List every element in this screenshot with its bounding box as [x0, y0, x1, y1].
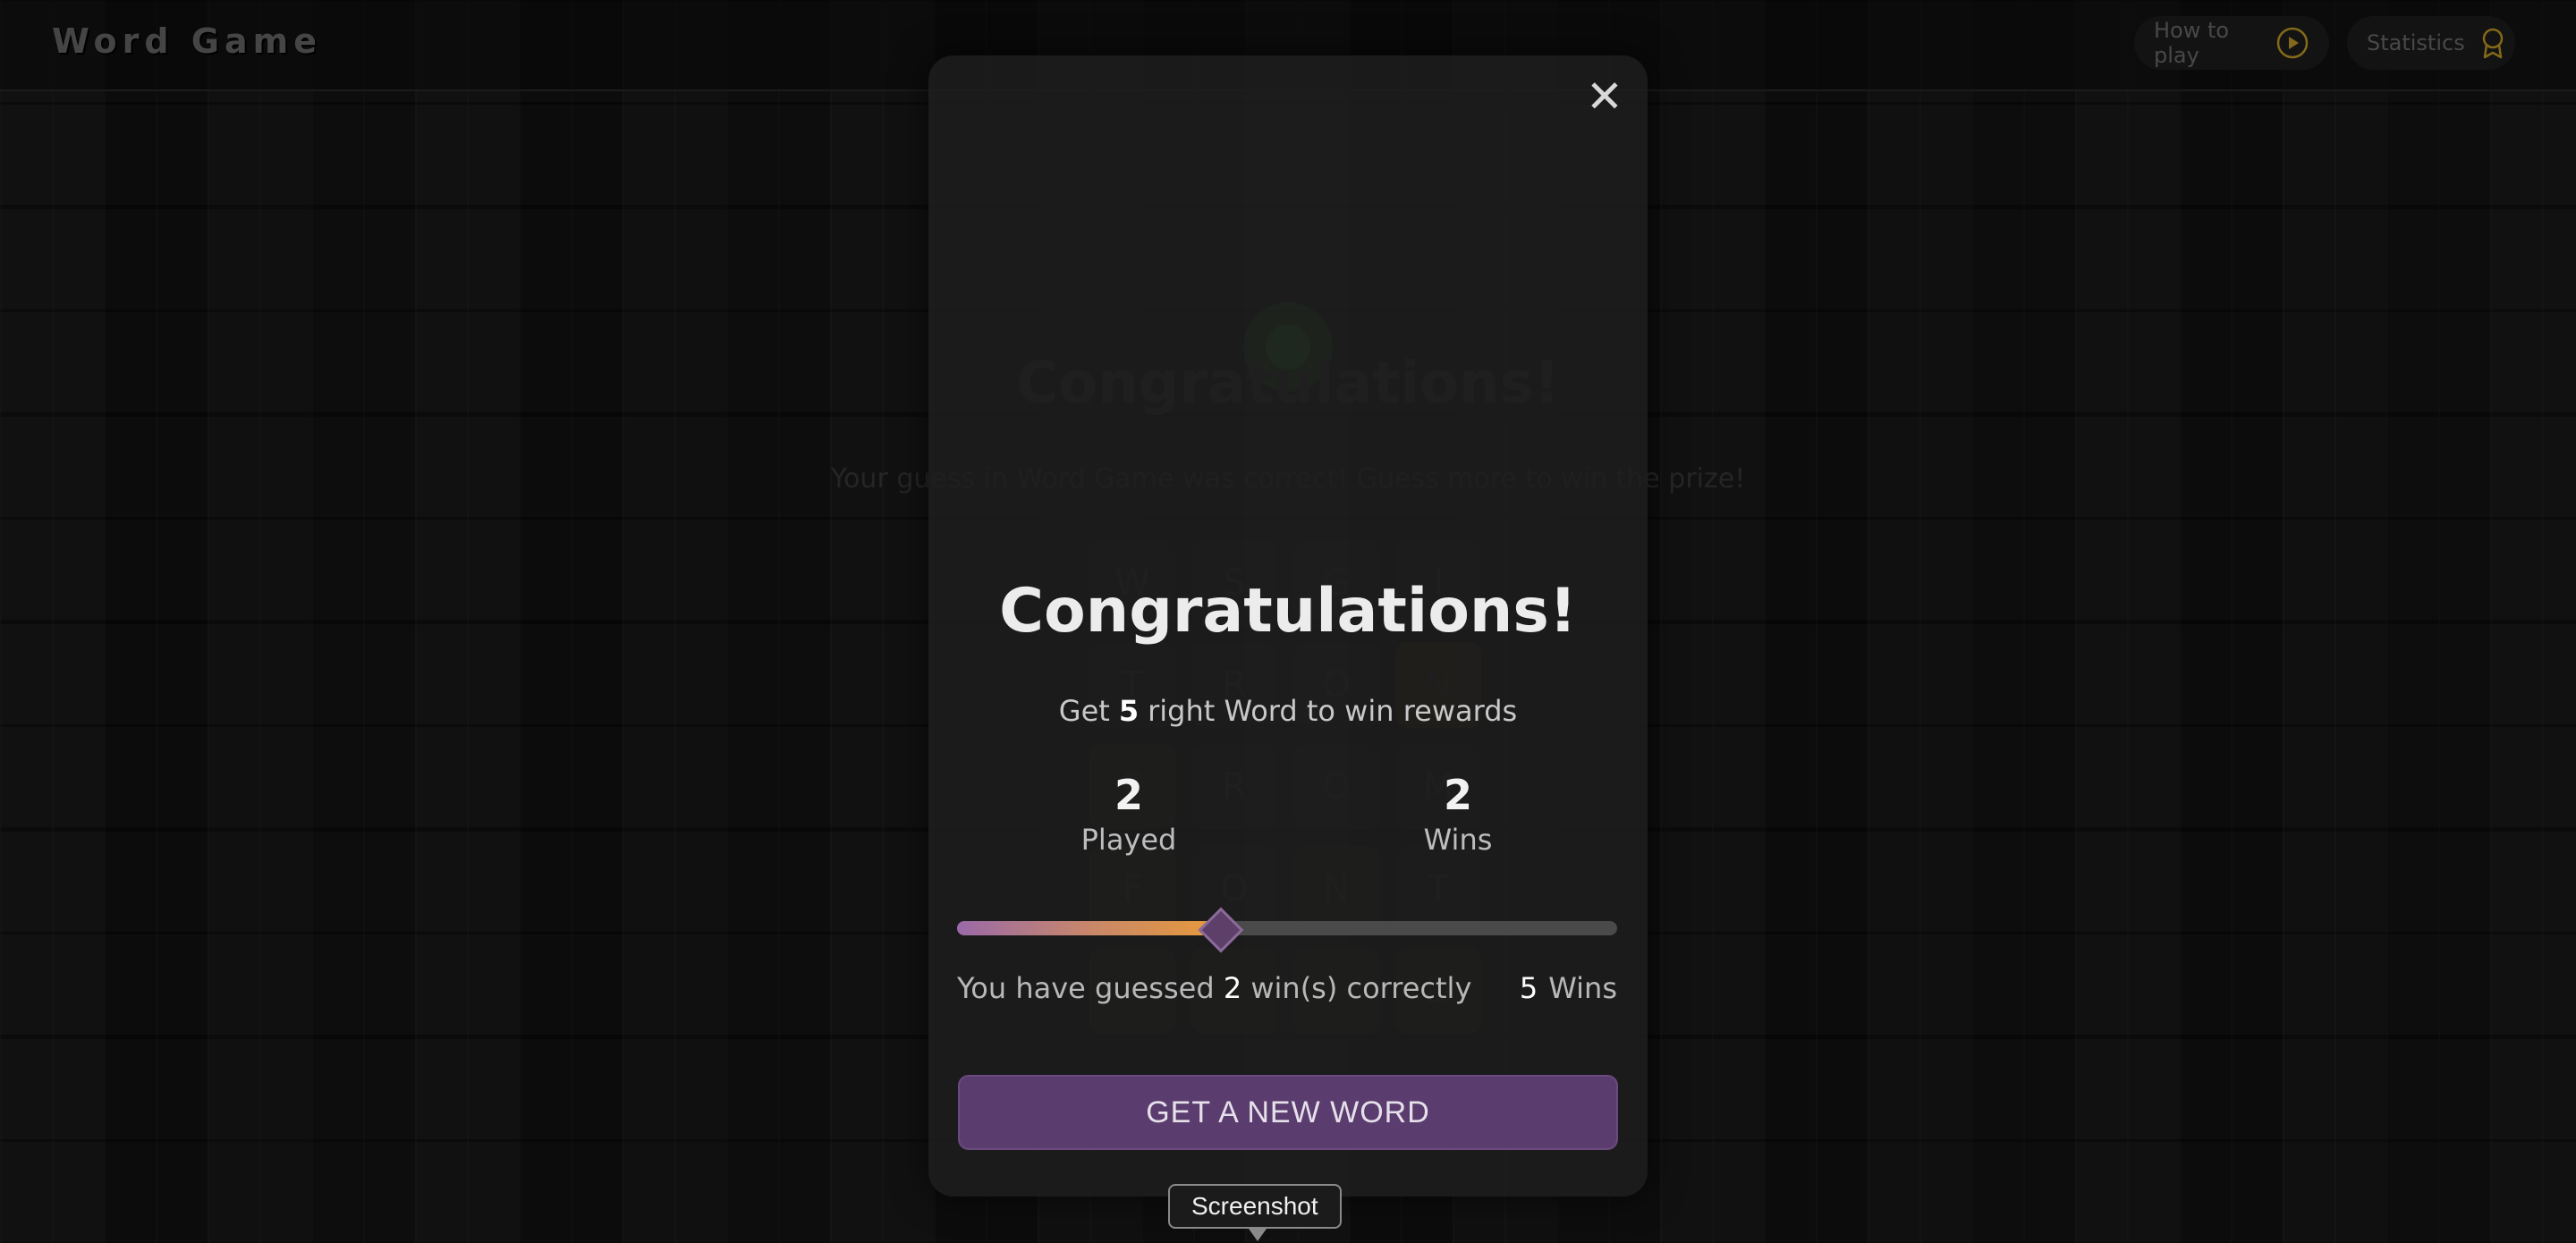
modal-title: Congratulations! — [999, 576, 1577, 647]
guess-count: 2 — [1223, 971, 1242, 1005]
progress-track — [957, 921, 1617, 935]
guess-prefix: You have guessed — [957, 971, 1215, 1005]
wins-value: 2 — [1443, 771, 1472, 819]
guessed-summary: You have guessed 2 win(s) correctly — [957, 971, 1471, 1005]
wins-stat: 2 Wins — [1368, 771, 1547, 857]
goal-prefix: Get — [1058, 694, 1110, 728]
guess-suffix: win(s) correctly — [1250, 971, 1472, 1005]
target-wins: 5 Wins — [1520, 971, 1617, 1005]
get-new-word-button[interactable]: GET A NEW WORD — [958, 1075, 1618, 1150]
target-count: 5 — [1519, 971, 1538, 1005]
close-icon[interactable]: ✕ — [1583, 74, 1626, 119]
wins-label: Wins — [1423, 823, 1493, 857]
played-stat: 2 Played — [1039, 771, 1218, 857]
target-label: Wins — [1548, 971, 1617, 1005]
played-value: 2 — [1114, 771, 1143, 819]
screenshot-tooltip: Screenshot — [1168, 1184, 1342, 1241]
played-label: Played — [1080, 823, 1177, 857]
goal-count: 5 — [1118, 694, 1140, 728]
reward-goal: Get 5 right Word to win rewards — [0, 694, 2576, 728]
goal-suffix: right Word to win rewards — [1148, 694, 1518, 728]
progress-fill — [957, 921, 1222, 935]
